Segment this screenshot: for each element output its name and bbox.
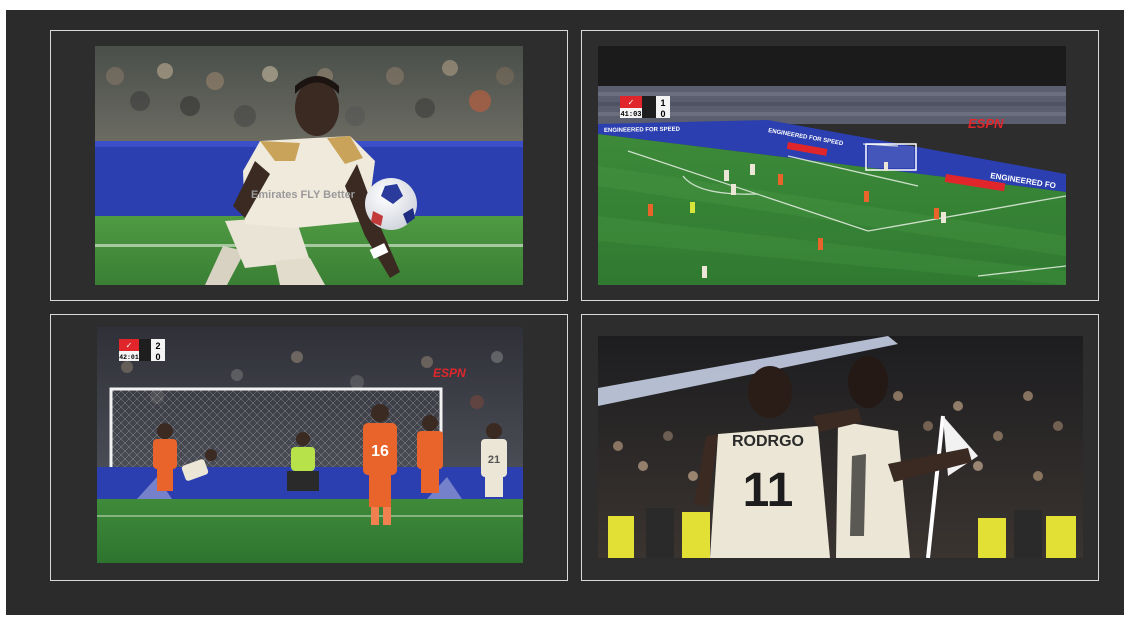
- jersey-sponsor-text: Emirates FLY Better: [251, 189, 356, 201]
- photo-celebration: RODRGO 11: [598, 336, 1083, 558]
- scoreboard-home-score: 2: [155, 341, 160, 351]
- photo-penalty-kick: 16 21 ✓ 42:01 2 0 ESPN: [97, 327, 523, 563]
- scoreboard-time: 41:03: [620, 111, 641, 119]
- shirt-name: RODRGO: [732, 433, 804, 450]
- celebration-scene: RODRGO 11: [598, 336, 1083, 558]
- scoreboard-time: 42:01: [119, 354, 139, 361]
- scoreboard-home-score: 1: [660, 98, 665, 108]
- svg-text:✓: ✓: [126, 341, 133, 350]
- goal: [865, 143, 917, 171]
- penalty-scene: 16 21 ✓ 42:01 2 0 ESPN: [97, 327, 523, 563]
- broadcaster-logo: ESPN: [433, 366, 466, 380]
- broadcaster-logo: ESPN: [968, 116, 1004, 131]
- collage-background: Emirates FLY Better ENGINEERED FOR SPEED…: [6, 10, 1124, 615]
- player-ball-scene: Emirates FLY Better: [95, 46, 523, 285]
- photo-frame-bottom-right: RODRGO 11: [581, 314, 1099, 581]
- scoreboard-away-score: 0: [155, 352, 160, 362]
- scoreboard: ✓ 41:03 1 0: [620, 96, 670, 119]
- scoreboard-away-score: 0: [660, 109, 665, 119]
- photo-frame-bottom-left: 16 21 ✓ 42:01 2 0 ESPN: [50, 314, 568, 581]
- photo-player-with-ball: Emirates FLY Better: [95, 46, 523, 285]
- shirt-number: 11: [743, 464, 794, 517]
- photo-frame-top-right: ENGINEERED FOR SPEED ENGINEERED FOR SPEE…: [581, 30, 1099, 301]
- wide-pitch-scene: ENGINEERED FOR SPEED ENGINEERED FOR SPEE…: [598, 46, 1066, 285]
- scoreboard: ✓ 42:01 2 0: [119, 339, 165, 362]
- photo-frame-top-left: Emirates FLY Better: [50, 30, 568, 301]
- football: [365, 178, 417, 230]
- shirt-number-21: 21: [488, 454, 500, 466]
- shirt-number-16: 16: [371, 443, 389, 460]
- svg-text:✓: ✓: [628, 98, 635, 107]
- photo-wide-pitch-view: ENGINEERED FOR SPEED ENGINEERED FOR SPEE…: [598, 46, 1066, 285]
